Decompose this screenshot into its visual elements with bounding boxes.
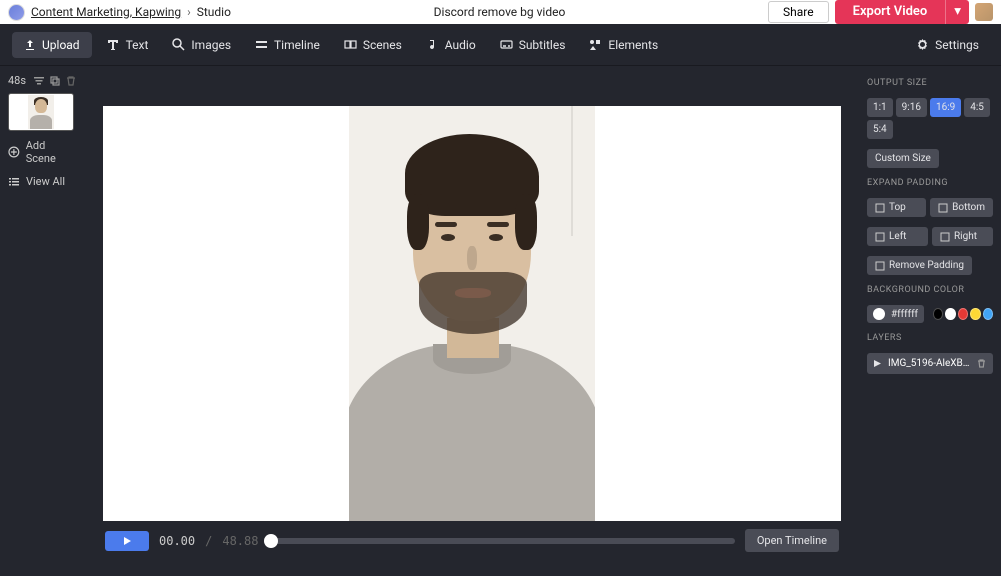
user-avatar[interactable]	[975, 3, 993, 21]
app-logo[interactable]	[8, 4, 25, 21]
tool-scenes[interactable]: Scenes	[334, 32, 412, 58]
ratio-1-1[interactable]: 1:1	[867, 98, 893, 117]
export-options-button[interactable]: ▾	[945, 0, 969, 23]
audio-icon	[426, 38, 439, 51]
background-color-label: BACKGROUND COLOR	[867, 285, 993, 295]
swatch-yellow[interactable]	[970, 308, 980, 320]
elements-icon	[589, 38, 602, 51]
export-button[interactable]: Export Video	[835, 0, 946, 23]
play-icon	[122, 536, 132, 546]
ratio-16-9[interactable]: 16:9	[930, 98, 961, 117]
timeline-icon	[255, 38, 268, 51]
filters-icon[interactable]	[33, 75, 45, 87]
background-color-input[interactable]: #ffffff	[867, 305, 924, 323]
custom-size-button[interactable]: Custom Size	[867, 149, 939, 168]
scenes-sidebar: 48s Add Scene View All	[0, 66, 85, 576]
upload-button[interactable]: Upload	[12, 32, 92, 58]
breadcrumb-separator: ›	[187, 5, 191, 19]
padding-top-button[interactable]: Top	[867, 198, 926, 217]
progress-knob[interactable]	[264, 534, 278, 548]
time-separator: /	[205, 534, 212, 548]
expand-padding-label: EXPAND PADDING	[867, 178, 993, 188]
swatch-blue[interactable]	[983, 308, 993, 320]
tool-text[interactable]: Text	[96, 32, 159, 58]
layer-name: IMG_5196-AleXB-gLr....	[888, 358, 970, 369]
remove-padding-button[interactable]: Remove Padding	[867, 256, 972, 275]
scene-header: 48s	[8, 74, 77, 87]
list-icon	[8, 176, 20, 188]
playback-bar: 00.00 / 48.88 Open Timeline	[101, 521, 843, 552]
open-timeline-button[interactable]: Open Timeline	[745, 529, 839, 552]
chevron-down-icon: ▾	[954, 4, 961, 19]
share-button[interactable]: Share	[768, 1, 829, 23]
canvas-area: 00.00 / 48.88 Open Timeline	[85, 66, 859, 576]
tool-audio[interactable]: Audio	[416, 32, 486, 58]
square-icon	[875, 261, 885, 271]
main-area: 48s Add Scene View All	[0, 66, 1001, 576]
search-icon	[172, 38, 185, 51]
square-icon	[940, 232, 950, 242]
padding-bottom-button[interactable]: Bottom	[930, 198, 993, 217]
scene-duration: 48s	[8, 74, 26, 87]
layers-label: LAYERS	[867, 333, 993, 343]
swatch-white[interactable]	[945, 308, 955, 320]
square-icon	[938, 203, 948, 213]
time-current: 00.00	[159, 534, 195, 548]
output-size-label: OUTPUT SIZE	[867, 78, 993, 88]
square-icon	[875, 203, 885, 213]
tool-subtitles[interactable]: Subtitles	[490, 32, 576, 58]
gear-icon	[916, 38, 929, 51]
padding-left-button[interactable]: Left	[867, 227, 928, 246]
text-icon	[106, 38, 120, 52]
toolbar-left: Upload Text Images Timeline Scenes Audio…	[12, 32, 668, 58]
swatch-black[interactable]	[933, 308, 943, 320]
header-left: Content Marketing, Kapwing › Studio	[8, 4, 231, 21]
padding-right-button[interactable]: Right	[932, 227, 993, 246]
scenes-icon	[344, 38, 357, 51]
play-button[interactable]	[105, 531, 149, 551]
upload-icon	[24, 39, 36, 51]
trash-icon[interactable]	[976, 358, 987, 369]
breadcrumb-workspace[interactable]: Content Marketing, Kapwing	[31, 5, 181, 19]
ratio-9-16[interactable]: 9:16	[896, 98, 927, 117]
copy-icon[interactable]	[49, 75, 61, 87]
ratio-5-4[interactable]: 5:4	[867, 120, 893, 139]
scene-thumbnail[interactable]	[8, 93, 74, 131]
tool-timeline[interactable]: Timeline	[245, 32, 330, 58]
background-color-row: #ffffff	[867, 305, 993, 323]
add-scene-button[interactable]: Add Scene	[8, 137, 77, 167]
swatch-red[interactable]	[958, 308, 968, 320]
subtitles-icon	[500, 38, 513, 51]
breadcrumb-current: Studio	[197, 5, 231, 19]
main-toolbar: Upload Text Images Timeline Scenes Audio…	[0, 24, 1001, 66]
app-header: Content Marketing, Kapwing › Studio Disc…	[0, 0, 1001, 24]
ratio-buttons: 1:1 9:16 16:9 4:5 5:4	[867, 98, 993, 139]
video-canvas[interactable]	[103, 106, 841, 521]
plus-circle-icon	[8, 146, 20, 158]
view-all-button[interactable]: View All	[8, 173, 77, 190]
ratio-4-5[interactable]: 4:5	[964, 98, 990, 117]
tool-images[interactable]: Images	[162, 32, 241, 58]
square-icon	[875, 232, 885, 242]
time-total: 48.88	[222, 534, 258, 548]
upload-label: Upload	[42, 38, 80, 52]
properties-panel: OUTPUT SIZE 1:1 9:16 16:9 4:5 5:4 Custom…	[859, 66, 1001, 576]
play-icon	[873, 359, 882, 368]
video-frame	[349, 106, 595, 521]
progress-bar[interactable]	[268, 538, 734, 544]
header-right: Share Export Video ▾	[768, 0, 993, 23]
layer-item[interactable]: IMG_5196-AleXB-gLr....	[867, 353, 993, 374]
project-title[interactable]: Discord remove bg video	[434, 5, 566, 19]
current-color-swatch	[873, 308, 885, 320]
tool-elements[interactable]: Elements	[579, 32, 668, 58]
trash-icon[interactable]	[65, 75, 77, 87]
settings-button[interactable]: Settings	[906, 32, 989, 58]
